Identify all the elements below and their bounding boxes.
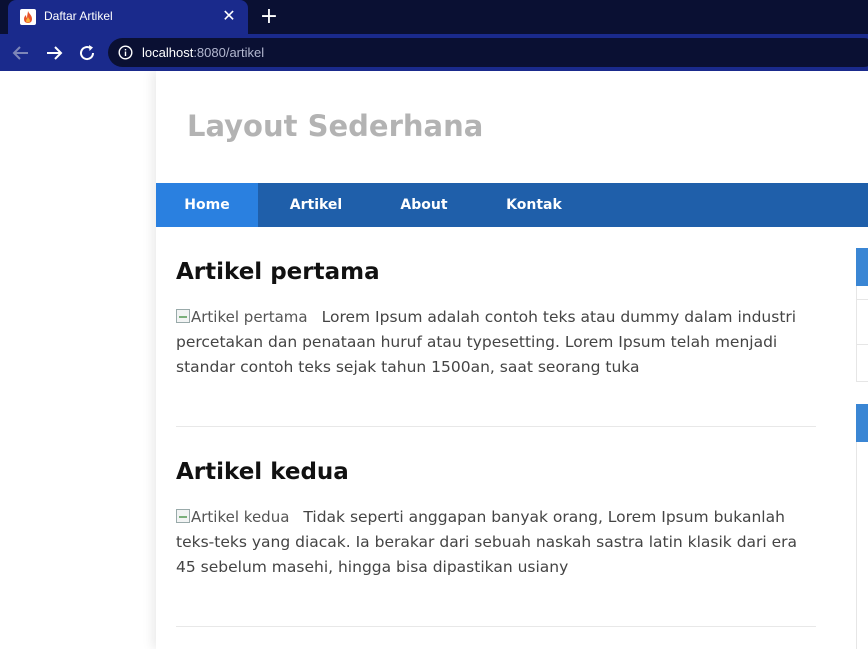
main-nav: Home Artikel About Kontak [156,183,868,227]
image-alt-text: Artikel pertama [191,308,308,326]
arrow-left-icon[interactable] [9,41,33,65]
sidebar-widget-border [856,286,857,382]
image-alt-text: Artikel kedua [191,508,290,526]
browser-tabstrip: Daftar Artikel ✕ + [0,0,868,34]
nav-kontak[interactable]: Kontak [474,183,594,227]
article-title[interactable]: Artikel kedua [176,459,349,485]
sidebar-divider [856,381,868,382]
broken-image-icon [176,309,190,323]
article-item: Artikel kedua Artikel kedua Tidak seperti… [176,427,816,627]
nav-about[interactable]: About [374,183,474,227]
url-host: localhost [142,45,194,60]
article-excerpt: Artikel kedua Tidak seperti anggapan bany… [176,505,816,580]
new-tab-button[interactable]: + [258,6,280,28]
tab-close-icon[interactable]: ✕ [220,7,238,25]
article-image-broken: Artikel pertama [176,308,308,326]
sidebar-divider [856,299,868,300]
address-bar[interactable]: localhost:8080/artikel [108,38,868,67]
sidebar-widget-border [856,442,857,649]
flame-favicon-icon [20,9,36,25]
tab-title: Daftar Artikel [44,9,113,23]
sidebar [856,227,868,649]
article-item: Artikel pertama Artikel pertama Lorem Ips… [176,227,816,427]
article-title[interactable]: Artikel pertama [176,259,380,285]
arrow-right-icon[interactable] [42,41,66,65]
nav-home[interactable]: Home [156,183,258,227]
nav-artikel[interactable]: Artikel [258,183,374,227]
sidebar-widget-header [856,248,868,286]
site-header: Layout Sederhana [156,71,868,183]
article-list: Artikel pertama Artikel pertama Lorem Ips… [176,227,816,627]
browser-toolbar: localhost:8080/artikel [0,34,868,71]
article-image-broken: Artikel kedua [176,508,289,526]
url-text: localhost:8080/artikel [142,45,264,60]
article-excerpt: Artikel pertama Lorem Ipsum adalah contoh… [176,305,816,380]
page-viewport: Layout Sederhana Home Artikel About Kont… [0,71,868,649]
sidebar-divider [856,344,868,345]
broken-image-icon [176,509,190,523]
site-title: Layout Sederhana [187,109,484,143]
page-wrapper: Layout Sederhana Home Artikel About Kont… [156,71,868,649]
url-path: :8080/artikel [193,45,265,60]
sidebar-widget-header [856,404,868,442]
info-circle-icon[interactable] [118,45,133,60]
browser-tab-active[interactable]: Daftar Artikel ✕ [8,0,248,34]
reload-icon[interactable] [75,41,99,65]
